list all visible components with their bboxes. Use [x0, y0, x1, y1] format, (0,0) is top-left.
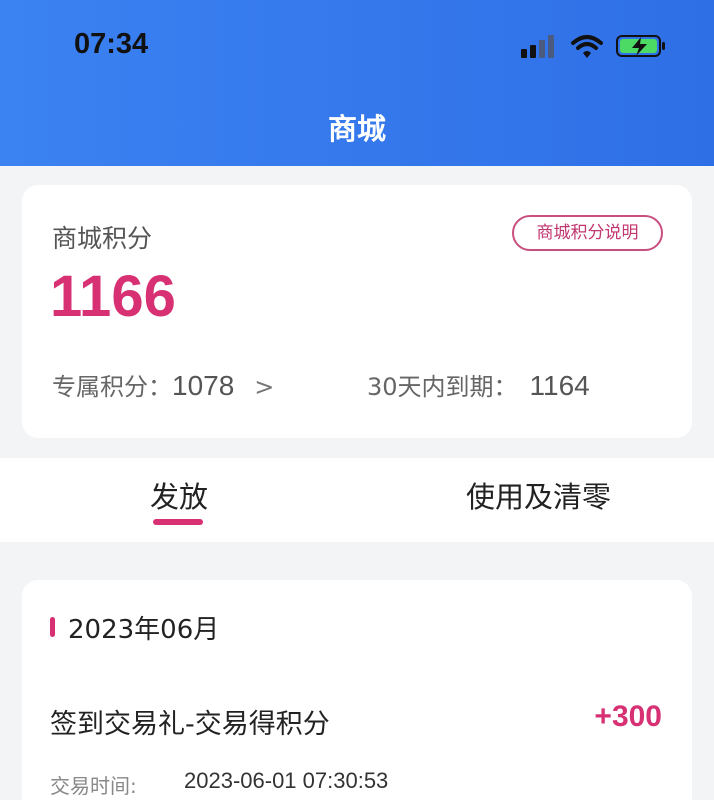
records-card: 2023年06月 签到交易礼-交易得积分 +300 交易时间: 2023-06-… [22, 580, 692, 800]
wifi-icon [571, 35, 603, 58]
tab-issue[interactable]: 发放 [150, 474, 208, 516]
points-card: 商城积分 商城积分说明 1166 专属积分：1078 > 30天内到期： 1164 [22, 185, 692, 438]
record-title: 签到交易礼-交易得积分 [50, 709, 330, 740]
expiring-points: 30天内到期： 1164 [367, 367, 590, 402]
expiring-points-label: 30天内到期： [367, 373, 518, 401]
record-time-label: 交易时间: [50, 774, 137, 798]
month-label: 2023年06月 [68, 615, 220, 645]
record-time-value: 2023-06-01 07:30:53 [184, 768, 389, 793]
tab-bar: 发放 使用及清零 [0, 458, 714, 542]
active-tab-indicator [153, 519, 203, 525]
exclusive-points-value: 1078 [172, 370, 235, 401]
app-header: 07:34 商城 [0, 0, 714, 166]
chevron-right-icon: > [254, 373, 275, 401]
page-title: 商城 [327, 112, 386, 146]
expiring-points-value: 1164 [529, 370, 590, 401]
points-total: 1166 [50, 264, 176, 329]
points-explain-button[interactable]: 商城积分说明 [512, 215, 663, 251]
battery-charging-icon [616, 35, 665, 57]
tab-use-and-clear[interactable]: 使用及清零 [466, 474, 611, 516]
status-time: 07:34 [74, 28, 149, 60]
exclusive-points-link[interactable]: 专属积分：1078 > [52, 367, 274, 402]
points-label: 商城积分 [52, 224, 153, 253]
month-marker [50, 617, 55, 637]
record-points: +300 [594, 700, 662, 733]
status-icons [521, 33, 671, 61]
signal-icon [521, 33, 559, 61]
exclusive-points-label: 专属积分： [52, 373, 172, 401]
